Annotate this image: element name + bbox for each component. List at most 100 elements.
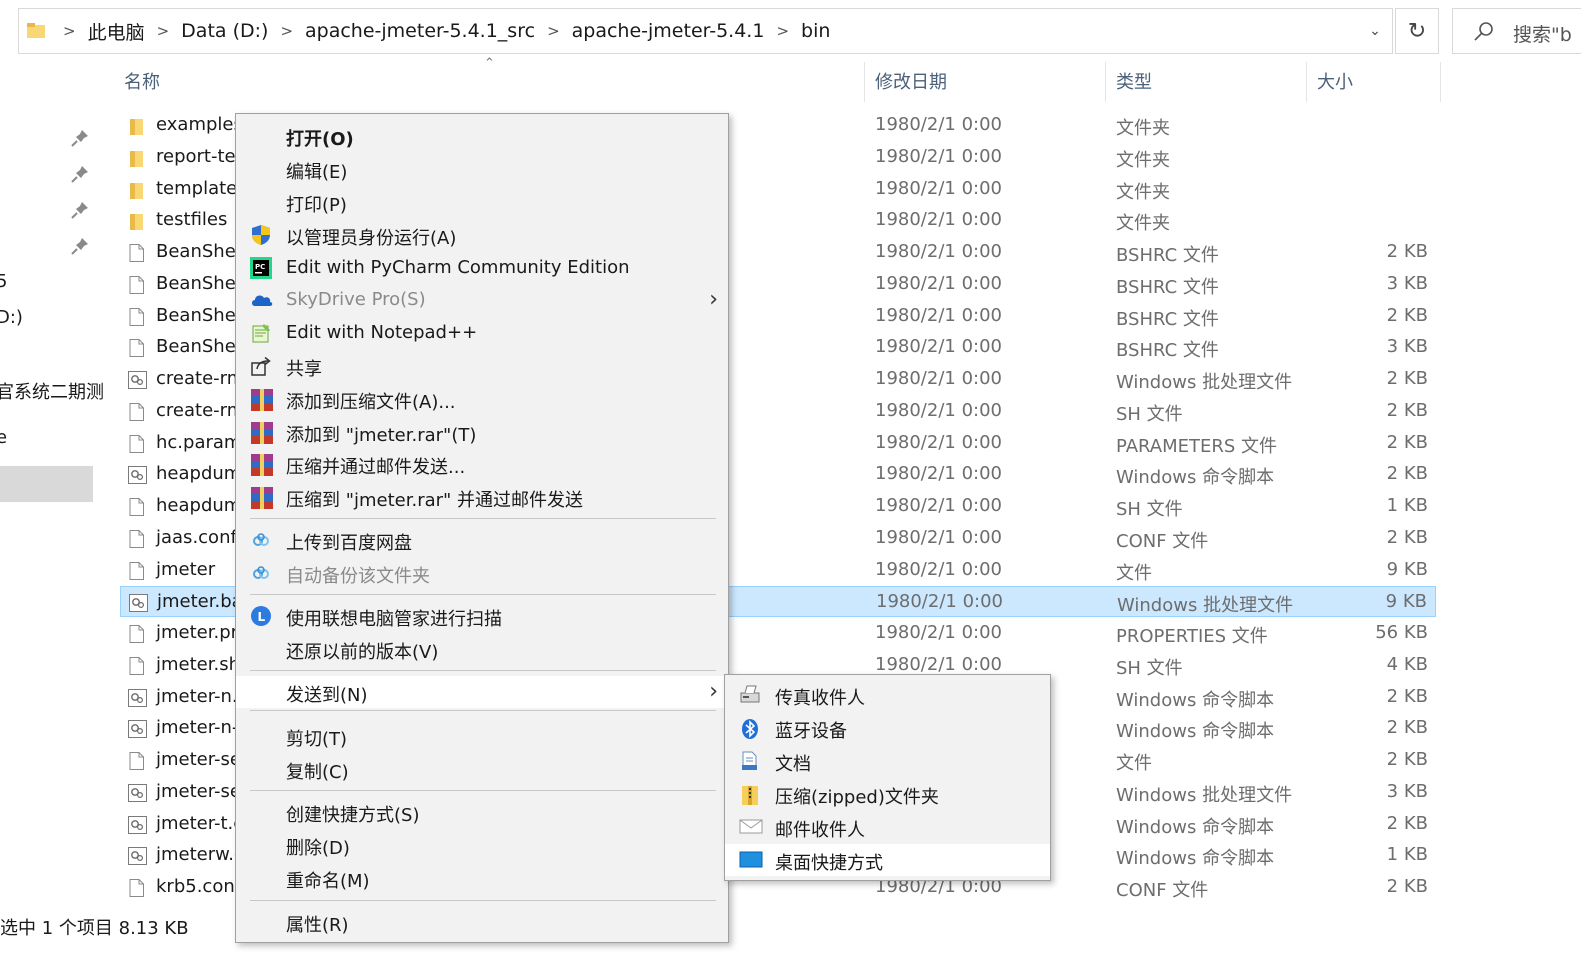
context-menu-item[interactable]: 重命名(M) (236, 862, 728, 894)
context-menu-item-label: 重命名(M) (286, 871, 370, 892)
send-to-item-label: 蓝牙设备 (775, 721, 847, 742)
send-to-item[interactable]: 传真收件人 (725, 679, 1050, 711)
file-type: Windows 命令脚本 (1116, 467, 1275, 489)
send-to-item-label: 桌面快捷方式 (775, 853, 883, 874)
nav-item[interactable]: e (0, 427, 7, 448)
context-menu-item[interactable]: 添加到 "jmeter.rar"(T) (236, 416, 728, 448)
file-icon (128, 656, 145, 675)
context-menu-item[interactable]: 剪切(T) (236, 720, 728, 752)
send-to-item[interactable]: 蓝牙设备 (725, 712, 1050, 744)
pin-icon[interactable] (70, 200, 90, 220)
column-divider[interactable] (864, 62, 865, 102)
context-menu-item[interactable]: 压缩并通过邮件发送... (236, 448, 728, 480)
context-menu-item[interactable]: 发送到(N) › (236, 676, 728, 708)
skydrive-cloud-icon (250, 289, 273, 311)
file-date: 1980/2/1 0:00 (875, 526, 1002, 548)
send-to-item[interactable]: 邮件收件人 (725, 811, 1050, 843)
file-icon (128, 498, 145, 516)
context-menu-item[interactable]: SkyDrive Pro(S) › (236, 284, 728, 316)
nav-item-selected[interactable] (0, 466, 93, 502)
context-menu-item[interactable]: 共享 (236, 350, 728, 382)
file-size: 2 KB (1386, 876, 1428, 897)
search-box[interactable]: 搜索"b (1452, 8, 1581, 54)
send-to-item[interactable]: 压缩(zipped)文件夹 (725, 778, 1050, 810)
column-divider[interactable] (1105, 62, 1106, 102)
script-icon (128, 688, 147, 707)
desktop-icon (739, 850, 763, 870)
pin-icon[interactable] (70, 164, 90, 184)
context-menu-item[interactable]: 打印(P) (236, 186, 728, 218)
script-icon (128, 720, 147, 739)
context-menu-item[interactable]: PC Edit with PyCharm Community Edition (236, 252, 728, 284)
nav-item[interactable]: D:) (0, 307, 23, 328)
breadcrumb-item[interactable]: 此电脑 (88, 18, 145, 45)
breadcrumb-item[interactable]: bin (801, 20, 830, 42)
chevron-right-icon[interactable]: > (776, 22, 789, 40)
file-type: Windows 命令脚本 (1116, 721, 1275, 743)
context-menu-item-label: SkyDrive Pro(S) (286, 289, 426, 310)
chevron-right-icon[interactable]: > (157, 22, 170, 40)
context-menu-item[interactable]: L 使用联想电脑管家进行扫描 (236, 600, 728, 632)
script-icon (128, 847, 147, 866)
breadcrumb-item[interactable]: apache-jmeter-5.4.1 (572, 20, 765, 42)
context-menu-item[interactable]: 属性(R) (236, 906, 728, 938)
context-menu-item[interactable]: 删除(D) (236, 829, 728, 861)
menu-separator (250, 790, 716, 791)
chevron-down-icon[interactable]: ⌄ (1358, 9, 1392, 53)
file-date: 1980/2/1 0:00 (875, 209, 1002, 231)
nav-item[interactable]: 5 (0, 271, 7, 292)
file-name: hc.param (156, 431, 242, 453)
folder-icon (128, 149, 145, 167)
file-size: 2 KB (1386, 717, 1428, 739)
context-menu-item[interactable]: 添加到压缩文件(A)... (236, 383, 728, 415)
chevron-right-icon[interactable]: > (280, 22, 293, 40)
context-menu-item[interactable]: 编辑(E) (236, 153, 728, 185)
breadcrumb-item[interactable]: apache-jmeter-5.4.1_src (305, 20, 535, 42)
pin-icon[interactable] (70, 128, 90, 148)
chevron-right-icon[interactable]: > (547, 22, 560, 40)
context-menu-item[interactable]: 还原以前的版本(V) (236, 633, 728, 665)
column-divider[interactable] (1306, 62, 1307, 102)
column-divider[interactable] (1440, 62, 1441, 102)
send-to-item[interactable]: 桌面快捷方式 (725, 844, 1050, 876)
file-size: 56 KB (1375, 622, 1428, 643)
refresh-button[interactable]: ↻ (1395, 8, 1439, 54)
context-menu-item[interactable]: 自动备份该文件夹 (236, 557, 728, 589)
file-icon (128, 879, 145, 897)
context-menu-item[interactable]: 以管理员身份运行(A) (236, 219, 728, 251)
file-date: 1980/2/1 0:00 (875, 399, 1002, 421)
zip-folder-icon (739, 784, 761, 805)
file-size: 9 KB (1386, 558, 1428, 580)
context-menu-item[interactable]: 创建快捷方式(S) (236, 796, 728, 828)
chevron-right-icon: > (63, 22, 76, 40)
context-menu-item[interactable]: 压缩到 "jmeter.rar" 并通过邮件发送 (236, 481, 728, 513)
column-header-name[interactable]: 名称 (124, 68, 160, 94)
file-size: 9 KB (1385, 591, 1427, 613)
column-header-type[interactable]: 类型 (1116, 68, 1152, 94)
file-icon (128, 561, 145, 580)
script-icon (128, 783, 147, 802)
file-size: 2 KB (1386, 463, 1428, 485)
send-to-item[interactable]: 文档 (725, 745, 1050, 777)
context-menu-item-label: Edit with Notepad++ (286, 322, 478, 343)
file-type: BSHRC 文件 (1116, 276, 1219, 298)
refresh-icon: ↻ (1407, 18, 1427, 44)
file-date: 1980/2/1 0:00 (875, 336, 1002, 358)
context-menu-item[interactable]: 复制(C) (236, 753, 728, 785)
context-menu-item[interactable]: 打开(O) (236, 120, 728, 152)
script-icon (128, 371, 147, 389)
nav-item[interactable]: 官系统二期测 (0, 378, 104, 404)
file-name: report-te (156, 145, 236, 167)
file-size: 3 KB (1386, 780, 1428, 802)
context-menu-item[interactable]: 上传到百度网盘 (236, 524, 728, 556)
file-size: 2 KB (1386, 241, 1428, 262)
address-bar[interactable]: > 此电脑 > Data (D:) > apache-jmeter-5.4.1_… (18, 8, 1393, 54)
context-menu-item[interactable]: Edit with Notepad++ (236, 317, 728, 349)
column-header-date[interactable]: 修改日期 (875, 68, 947, 94)
search-icon (1474, 22, 1493, 41)
pin-icon[interactable] (70, 236, 90, 256)
column-header-size[interactable]: 大小 (1317, 68, 1353, 94)
breadcrumb-item[interactable]: Data (D:) (181, 20, 268, 42)
file-name: jmeter.ba (157, 591, 243, 613)
file-icon (128, 275, 145, 294)
